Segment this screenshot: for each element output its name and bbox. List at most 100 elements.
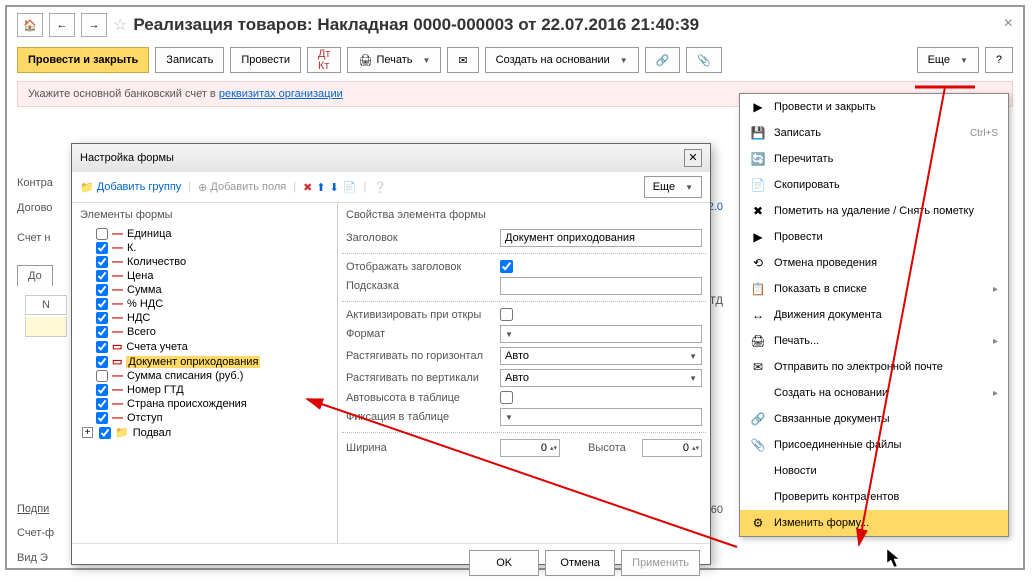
help-button[interactable]: ? xyxy=(985,47,1013,73)
fix-combo[interactable] xyxy=(500,408,702,426)
move-down-icon[interactable]: ⬇ xyxy=(330,181,339,194)
menu-item[interactable]: 🔄Перечитать xyxy=(740,146,1008,172)
tree-item[interactable]: ▭Счета учета xyxy=(76,339,333,354)
stretch-h-combo[interactable]: Авто xyxy=(500,347,702,365)
menu-item[interactable]: ✉Отправить по электронной почте xyxy=(740,354,1008,380)
help-icon[interactable]: ❔ xyxy=(373,181,387,194)
create-based-dropdown[interactable]: Создать на основании xyxy=(485,47,639,73)
tab-stub-do[interactable]: До xyxy=(17,265,53,286)
menu-item[interactable]: 🖨Печать...▸ xyxy=(740,328,1008,354)
tree-checkbox[interactable] xyxy=(96,398,108,410)
stretch-v-combo[interactable]: Авто xyxy=(500,369,702,387)
print-dropdown[interactable]: 🖨 Печать xyxy=(347,47,441,73)
attach-button[interactable]: 📎 xyxy=(686,47,722,73)
tree-item[interactable]: —НДС xyxy=(76,311,333,325)
sign-link[interactable]: Подпи xyxy=(17,503,49,515)
email-button[interactable]: ✉ xyxy=(447,47,478,73)
home-button[interactable]: 🏠 xyxy=(17,13,43,37)
post-and-close-button[interactable]: Провести и закрыть xyxy=(17,47,149,73)
tree-item[interactable]: —Цена xyxy=(76,269,333,283)
tree-checkbox[interactable] xyxy=(96,270,108,282)
cancel-button[interactable]: Отмена xyxy=(545,550,615,576)
favorite-icon[interactable]: ☆ xyxy=(113,15,127,35)
tree-item[interactable]: —Номер ГТД xyxy=(76,383,333,397)
menu-item[interactable]: 📎Присоединенные файлы xyxy=(740,432,1008,458)
grid-row-stub xyxy=(25,317,67,337)
dt-kt-button[interactable]: ДтКт xyxy=(307,47,342,73)
tree-checkbox[interactable] xyxy=(96,370,108,382)
tree-item[interactable]: —Страна происхождения xyxy=(76,397,333,411)
ok-button[interactable]: OK xyxy=(469,550,539,576)
tree-item[interactable]: ▭Документ оприходования xyxy=(76,354,333,369)
menu-item[interactable]: ⟲Отмена проведения xyxy=(740,250,1008,276)
menu-item-label: Создать на основании xyxy=(774,387,888,399)
tree-checkbox[interactable] xyxy=(96,298,108,310)
width-spinner[interactable]: 0 xyxy=(500,439,560,457)
menu-item[interactable]: ▶Провести и закрыть xyxy=(740,94,1008,120)
footer-checkbox[interactable] xyxy=(99,427,111,439)
menu-item[interactable]: 💾ЗаписатьCtrl+S xyxy=(740,120,1008,146)
menu-item[interactable]: ⚙Изменить форму... xyxy=(740,510,1008,536)
menu-item-label: Скопировать xyxy=(774,179,840,191)
menu-item[interactable]: Новости xyxy=(740,458,1008,484)
header-value-input[interactable] xyxy=(500,229,702,247)
menu-icon: 🔄 xyxy=(750,151,766,167)
menu-item[interactable]: 📄Скопировать xyxy=(740,172,1008,198)
tree-item[interactable]: —Всего xyxy=(76,325,333,339)
related-button[interactable]: 🔗 xyxy=(645,47,681,73)
tree-item[interactable]: —Отступ xyxy=(76,411,333,425)
tree-checkbox[interactable] xyxy=(96,228,108,240)
tree-item[interactable]: —Количество xyxy=(76,255,333,269)
dialog-more-button[interactable]: Еще xyxy=(644,176,702,198)
forward-button[interactable]: → xyxy=(81,13,107,37)
show-header-checkbox[interactable] xyxy=(500,260,513,273)
more-dropdown[interactable]: Еще xyxy=(917,47,979,73)
save-button[interactable]: Записать xyxy=(155,47,224,73)
tree-checkbox[interactable] xyxy=(96,356,108,368)
footer-item-label[interactable]: Подвал xyxy=(133,427,171,439)
menu-item[interactable]: ✖Пометить на удаление / Снять пометку xyxy=(740,198,1008,224)
tree-checkbox[interactable] xyxy=(96,312,108,324)
menu-item[interactable]: 📋Показать в списке▸ xyxy=(740,276,1008,302)
tree-checkbox[interactable] xyxy=(96,242,108,254)
copy-icon[interactable]: 📄 xyxy=(343,181,357,194)
tree-item[interactable]: —Сумма xyxy=(76,283,333,297)
tooltip-input[interactable] xyxy=(500,277,702,295)
field-icon: — xyxy=(112,298,123,310)
apply-button[interactable]: Применить xyxy=(621,550,700,576)
back-button[interactable]: ← xyxy=(49,13,75,37)
menu-item[interactable]: Проверить контрагентов xyxy=(740,484,1008,510)
menu-item-label: Провести xyxy=(774,231,823,243)
post-button[interactable]: Провести xyxy=(230,47,301,73)
menu-item[interactable]: ↔Движения документа xyxy=(740,302,1008,328)
tree-item-label: НДС xyxy=(127,312,150,324)
tree-checkbox[interactable] xyxy=(96,326,108,338)
tree-item[interactable]: —Сумма списания (руб.) xyxy=(76,369,333,383)
tree-checkbox[interactable] xyxy=(96,341,108,353)
tree-checkbox[interactable] xyxy=(96,384,108,396)
tree-item[interactable]: —К. xyxy=(76,241,333,255)
dialog-close-button[interactable]: ✕ xyxy=(684,149,702,167)
add-group-link[interactable]: 📁Добавить группу xyxy=(80,181,181,194)
menu-shortcut: Ctrl+S xyxy=(970,128,998,139)
delete-icon[interactable]: ✖ xyxy=(303,181,312,194)
menu-icon: 🔗 xyxy=(750,411,766,427)
move-up-icon[interactable]: ⬆ xyxy=(316,181,325,194)
activate-checkbox[interactable] xyxy=(500,308,513,321)
format-combo[interactable] xyxy=(500,325,702,343)
menu-item[interactable]: 🔗Связанные документы xyxy=(740,406,1008,432)
tree-item[interactable]: —% НДС xyxy=(76,297,333,311)
tree-checkbox[interactable] xyxy=(96,412,108,424)
org-details-link[interactable]: реквизитах организации xyxy=(219,88,343,100)
height-spinner[interactable]: 0 xyxy=(642,439,702,457)
autoheight-checkbox[interactable] xyxy=(500,391,513,404)
tree-item[interactable]: —Единица xyxy=(76,227,333,241)
form-settings-dialog: Настройка формы ✕ 📁Добавить группу | ⊕До… xyxy=(71,143,711,565)
add-fields-link[interactable]: ⊕Добавить поля xyxy=(198,181,286,194)
close-button[interactable]: × xyxy=(1004,15,1013,33)
expander-icon[interactable]: + xyxy=(82,427,93,438)
menu-item[interactable]: ▶Провести xyxy=(740,224,1008,250)
tree-checkbox[interactable] xyxy=(96,256,108,268)
menu-item[interactable]: Создать на основании▸ xyxy=(740,380,1008,406)
tree-checkbox[interactable] xyxy=(96,284,108,296)
